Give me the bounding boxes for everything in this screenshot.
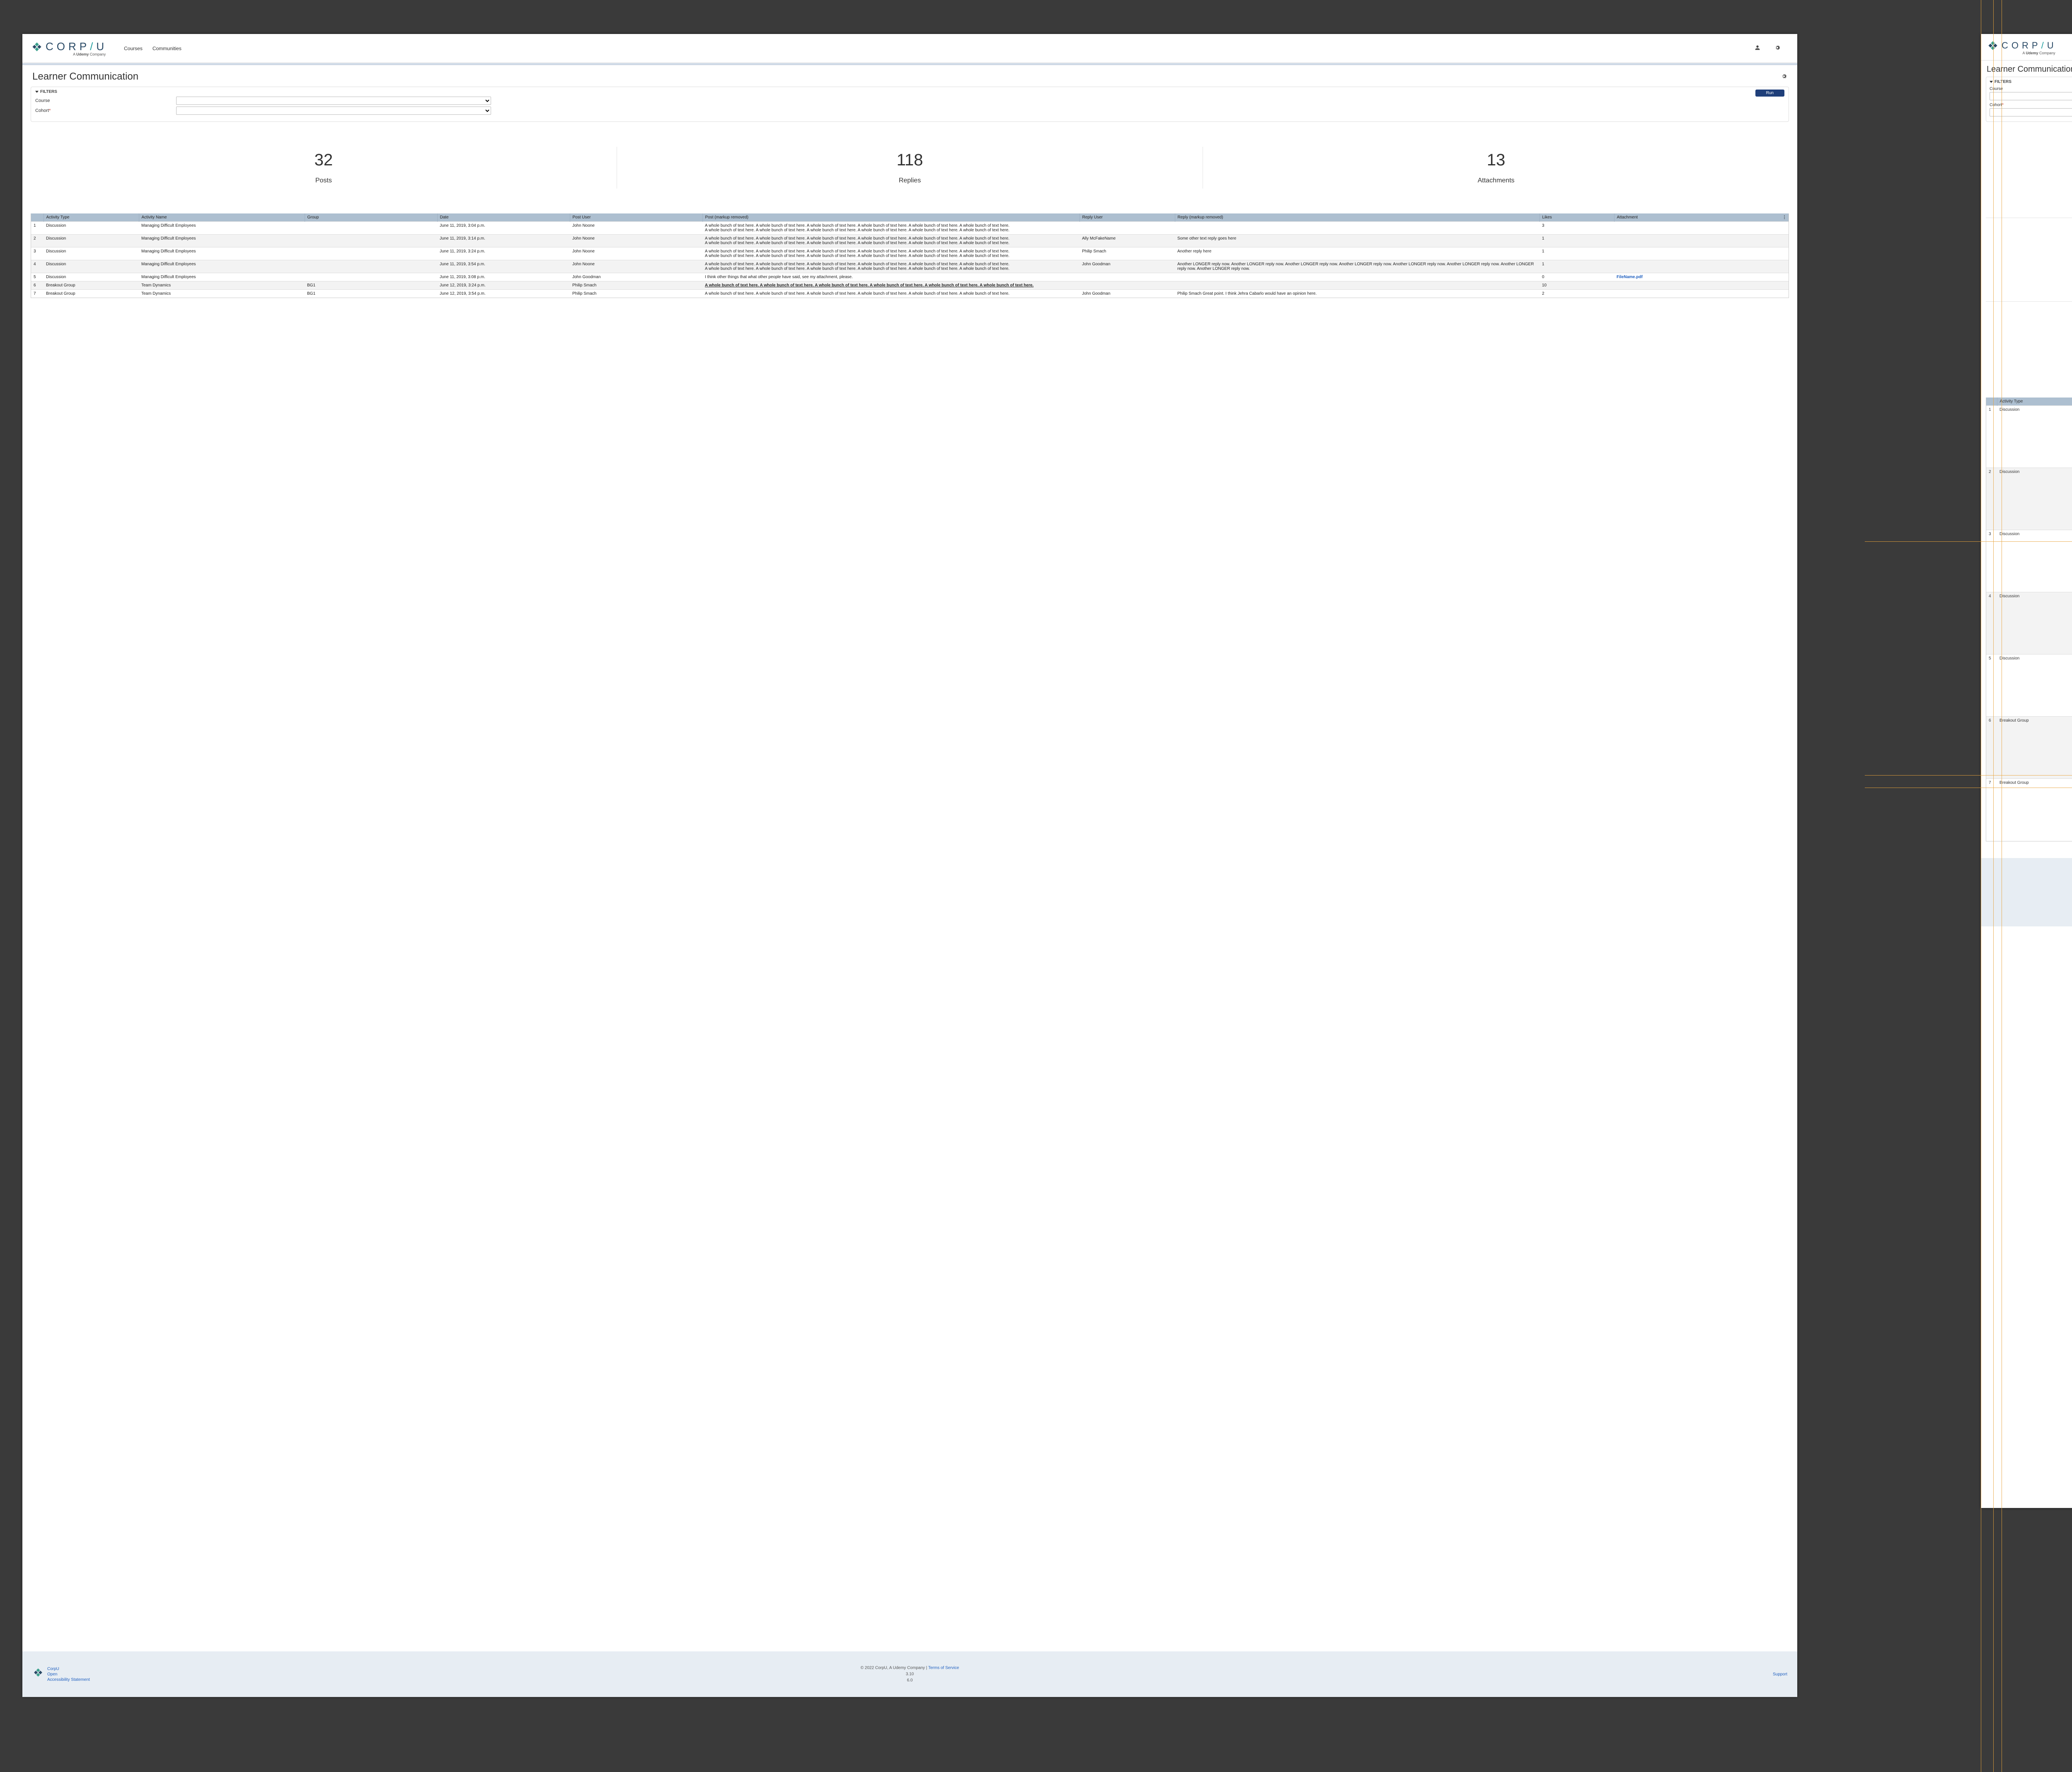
logo-diamond-icon bbox=[31, 41, 43, 53]
mobile-stat-posts: 32 Posts bbox=[1986, 134, 2072, 218]
table-row[interactable]: 5DiscussionManaging Difficult EmployeesJ… bbox=[31, 273, 1789, 281]
gear-icon[interactable] bbox=[1774, 44, 1781, 52]
table-row[interactable]: 6Breakout GroupTeam DynamicsBG1June 12, … bbox=[31, 281, 1789, 290]
nav-communities[interactable]: Communities bbox=[152, 46, 182, 51]
col-date[interactable]: Date bbox=[437, 213, 570, 222]
app-header: CORP/U A Udemy Company Courses Communiti… bbox=[22, 34, 1797, 63]
mobile-filters-panel: FILTERS Run Course Cohort* bbox=[1986, 77, 2072, 122]
logo-tagline: A Udemy Company bbox=[2023, 51, 2055, 55]
stat-posts: 32 Posts bbox=[31, 147, 617, 189]
stat-attachments-value: 13 bbox=[1203, 151, 1789, 170]
cohort-label: Cohort* bbox=[35, 108, 176, 113]
desktop-frame: CORP/U A Udemy Company Courses Communiti… bbox=[22, 34, 1797, 1697]
mobile-brand-logo[interactable]: CORP/U A Udemy Company bbox=[1987, 39, 2057, 55]
mobile-stats: 32 Posts 118 Replies 13 Attachments bbox=[1986, 134, 2072, 385]
footer-version: 3.10 bbox=[861, 1671, 959, 1677]
run-button[interactable]: Run bbox=[1755, 90, 1784, 97]
footer-corpu-link[interactable]: CorpU bbox=[47, 1667, 90, 1671]
table-row[interactable]: 4DiscussionManaging Difficult EmployeesJ… bbox=[31, 260, 1789, 273]
caret-down-icon bbox=[1990, 81, 1993, 83]
table-row[interactable]: 1DiscussionManaging Difficult EmployeesJ… bbox=[31, 222, 1789, 235]
vguide bbox=[1993, 0, 1994, 1772]
footer: CorpU Open Accessibility Statement © 202… bbox=[22, 1651, 1797, 1697]
post-link[interactable]: A whole bunch of text here. A whole bunc… bbox=[705, 283, 1034, 288]
mobile-stat-attachments: 13 Attachments bbox=[1986, 301, 2072, 385]
attachment-link[interactable]: FileName.pdf bbox=[1617, 275, 1643, 279]
table-row[interactable]: 7Breakout GroupTeam DynamicsBG1 bbox=[1986, 779, 2072, 841]
table-row[interactable]: 3DiscussionManaging Difficult Employees bbox=[1986, 530, 2072, 592]
col-group[interactable]: Group bbox=[305, 213, 437, 222]
stat-replies-value: 118 bbox=[617, 151, 1203, 170]
table-row[interactable]: 3DiscussionManaging Difficult EmployeesJ… bbox=[31, 247, 1789, 260]
stat-posts-label: Posts bbox=[31, 177, 617, 184]
mobile-footer-version: 3.08.0 bbox=[1985, 902, 2072, 906]
course-select[interactable] bbox=[176, 97, 491, 105]
mobile-header: CORP/U A Udemy Company bbox=[1981, 34, 2072, 61]
col-likes[interactable]: Likes bbox=[1539, 213, 1614, 222]
footer-version-2: 6.0 bbox=[861, 1677, 959, 1684]
stat-posts-value: 32 bbox=[31, 151, 617, 170]
table-row[interactable]: 1DiscussionManaging Difficult Employees bbox=[1986, 406, 2072, 468]
footer-center: © 2022 CorpU, A Udemy Company | Terms of… bbox=[861, 1665, 959, 1684]
brand-logo[interactable]: CORP/U A Udemy Company bbox=[31, 40, 107, 56]
table-row[interactable]: 4DiscussionManaging Difficult Employees bbox=[1986, 592, 2072, 655]
top-nav: Courses Communities bbox=[124, 46, 182, 51]
mobile-frame: CORP/U A Udemy Company Learner Communica… bbox=[1981, 34, 2072, 1508]
mobile-table-header-row: Activity Type Activity Name Group bbox=[1986, 398, 2072, 406]
col-activity-name[interactable]: Activity Name bbox=[139, 213, 305, 222]
filters-toggle[interactable]: FILTERS bbox=[35, 90, 1784, 94]
filters-panel: FILTERS Run Course Cohort* bbox=[31, 87, 1789, 122]
footer-support-link[interactable]: Support bbox=[1773, 1672, 1787, 1677]
col-reply-user[interactable]: Reply User bbox=[1080, 213, 1175, 222]
table-header-row: Activity Type Activity Name Group Date P… bbox=[31, 213, 1789, 222]
hguide bbox=[1865, 541, 2072, 542]
stat-replies: 118 Replies bbox=[617, 147, 1203, 189]
table-row[interactable]: 2DiscussionManaging Difficult Employees bbox=[1986, 468, 2072, 530]
mobile-data-table: Activity Type Activity Name Group 1Discu… bbox=[1986, 398, 2072, 841]
stat-attachments: 13 Attachments bbox=[1203, 147, 1789, 189]
footer-open-link[interactable]: Open bbox=[47, 1672, 90, 1677]
col-post-user[interactable]: Post User bbox=[570, 213, 702, 222]
col-reply[interactable]: Reply (markup removed) bbox=[1175, 213, 1539, 222]
col-activity-type[interactable]: Activity Type bbox=[44, 213, 139, 222]
col-attachment[interactable]: Attachment⋮ bbox=[1614, 213, 1789, 222]
caret-down-icon bbox=[35, 91, 39, 93]
hguide bbox=[1865, 775, 2072, 776]
footer-logo-icon bbox=[32, 1667, 44, 1678]
stat-replies-label: Replies bbox=[617, 177, 1203, 184]
stats-row: 32 Posts 118 Replies 13 Attachments bbox=[31, 147, 1789, 189]
logo-tagline: A Udemy Company bbox=[73, 52, 106, 56]
page-settings-gear-icon[interactable] bbox=[1781, 73, 1787, 81]
footer-terms-link[interactable]: Terms of Service bbox=[928, 1666, 959, 1670]
course-label: Course bbox=[35, 98, 176, 103]
user-icon[interactable] bbox=[1754, 44, 1761, 52]
page-title: Learner Communication bbox=[32, 71, 1781, 82]
col-num[interactable] bbox=[31, 213, 44, 222]
nav-courses[interactable]: Courses bbox=[124, 46, 143, 51]
table-row[interactable]: 7Breakout GroupTeam DynamicsBG1June 12, … bbox=[31, 290, 1789, 298]
logo-diamond-icon bbox=[1987, 39, 1999, 52]
data-table: Activity Type Activity Name Group Date P… bbox=[31, 213, 1789, 298]
table-menu-icon[interactable]: ⋮ bbox=[1782, 215, 1786, 220]
mobile-footer: CorpU Open Accessibility Statement © 202… bbox=[1981, 858, 2072, 926]
col-post[interactable]: Post (markup removed) bbox=[702, 213, 1080, 222]
logo-text: CORP/U bbox=[2002, 40, 2057, 51]
cohort-select[interactable] bbox=[176, 107, 491, 115]
footer-accessibility-link[interactable]: Accessibility Statement bbox=[47, 1677, 90, 1682]
stat-attachments-label: Attachments bbox=[1203, 177, 1789, 184]
table-row[interactable]: 2DiscussionManaging Difficult EmployeesJ… bbox=[31, 235, 1789, 247]
logo-text: CORP/U bbox=[46, 40, 107, 53]
mobile-page-title: Learner Communication bbox=[1987, 65, 2072, 74]
table-row[interactable]: 6Breakout GroupTeam DynamicsBG1 bbox=[1986, 717, 2072, 779]
table-row[interactable]: 5DiscussionManaging Difficult Employees bbox=[1986, 655, 2072, 717]
mobile-stat-replies: 118 Replies bbox=[1986, 218, 2072, 301]
